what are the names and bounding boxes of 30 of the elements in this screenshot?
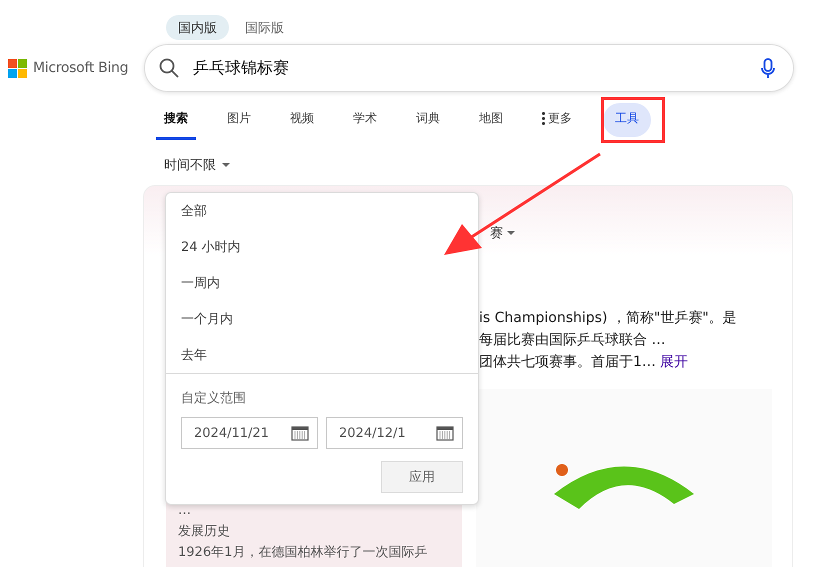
nav-tab[interactable]: 学术 [345, 100, 385, 140]
result-snippet: 每届比赛由国际乒乓球联合 … [479, 332, 666, 348]
nav-tab[interactable]: 更多 [534, 100, 580, 140]
heading-fragment: 赛 [490, 225, 503, 242]
time-filter-dropdown[interactable]: 时间不限 [164, 156, 230, 174]
nav-tab[interactable]: 词典 [408, 100, 448, 140]
logo-text[interactable]: Microsoft Bing [33, 60, 128, 76]
time-option[interactable]: 去年 [166, 337, 207, 373]
time-option[interactable]: 一周内 [166, 265, 220, 301]
expand-link[interactable]: 展开 [660, 354, 688, 370]
region-tab[interactable]: 国内版 [166, 15, 229, 40]
apply-button[interactable]: 应用 [381, 461, 463, 493]
end-date-field[interactable]: 2024/12/1 [326, 417, 463, 449]
time-option[interactable]: 一个月内 [166, 301, 233, 337]
nav-tab[interactable]: 图片 [219, 100, 259, 140]
panel-text: 发展历史 [178, 523, 231, 541]
custom-range-label: 自定义范围 [181, 390, 247, 407]
panel-text: … [178, 502, 192, 520]
region-tab[interactable]: 国际版 [233, 15, 296, 40]
result-snippet: is Championships) ，简称"世乒赛"。是 [479, 310, 737, 326]
start-date-field[interactable]: 2024/11/21 [181, 417, 318, 449]
time-option[interactable]: 全部 [166, 193, 207, 229]
nav-tab[interactable]: 地图 [471, 100, 511, 140]
result-snippet: 团体共七项赛事。首届于1… [479, 354, 656, 370]
panel-text: 1926年1月，在德国柏林举行了一次国际乒 [178, 544, 428, 562]
nav-tab[interactable]: 视频 [282, 100, 322, 140]
time-option[interactable]: 24 小时内 [166, 229, 241, 265]
search-field[interactable]: 乒乓球锦标赛 [144, 44, 794, 92]
nav-tab[interactable]: 工具 [603, 103, 651, 137]
nav-tab[interactable]: 搜索 [156, 100, 196, 140]
